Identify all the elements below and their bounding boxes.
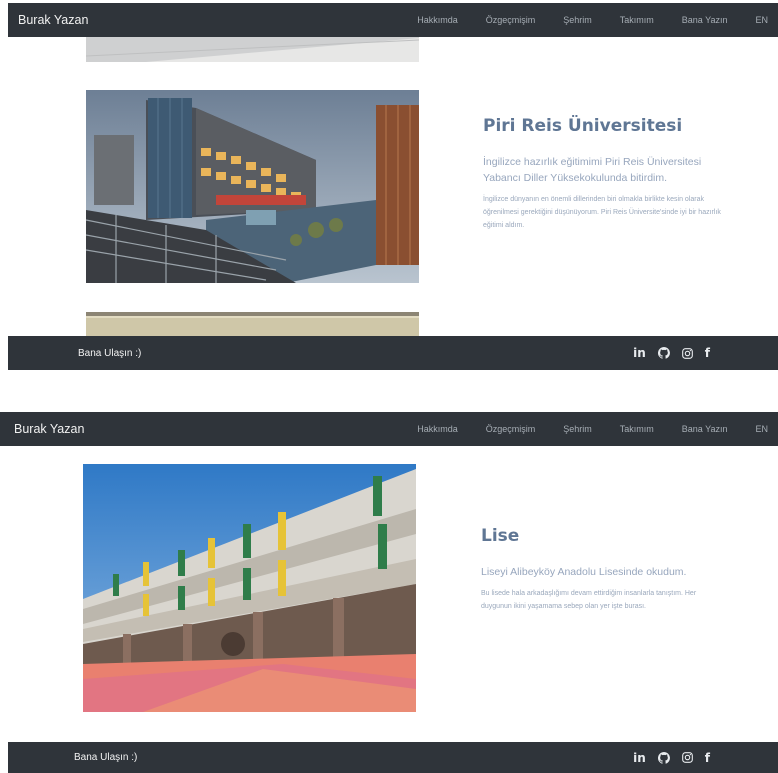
nav-link-hakkimda[interactable]: Hakkımda (417, 15, 458, 25)
nav-link-hakkimda[interactable]: Hakkımda (417, 424, 458, 434)
contact-text: Bana Ulaşın :) (74, 752, 138, 763)
contact-text: Bana Ulaşın :) (78, 347, 142, 359)
nav-link-ozgecmisim[interactable]: Özgeçmişim (486, 424, 536, 434)
highschool-text: Lise Liseyi Alibeyköy Anadolu Lisesinde … (481, 526, 721, 613)
brand-link[interactable]: Burak Yazan (18, 13, 88, 27)
nav-link-takimim[interactable]: Takımım (620, 424, 654, 434)
footer-bar: Bana Ulaşın :) in f (8, 336, 778, 370)
nav-link-ozgecmisim[interactable]: Özgeçmişim (486, 15, 536, 25)
section-body: Bu lisede hala arkadaşlığımı devam ettir… (481, 590, 697, 610)
linkedin-icon[interactable]: in (633, 751, 646, 765)
screenshot-panel-highschool: Lise Liseyi Alibeyköy Anadolu Lisesinde … (0, 412, 778, 773)
university-photo (86, 90, 419, 283)
previous-section-photo (86, 36, 419, 62)
section-lead: İngilizce hazırlık eğitimimi Piri Reis Ü… (483, 156, 702, 184)
screenshot-panel-university: Piri Reis Üniversitesi İngilizce hazırlı… (0, 0, 778, 372)
nav-link-takimim[interactable]: Takımım (620, 15, 654, 25)
nav-link-bana-yazin[interactable]: Bana Yazın (682, 424, 728, 434)
instagram-icon[interactable] (681, 347, 693, 359)
nav-link-bana-yazin[interactable]: Bana Yazın (682, 15, 728, 25)
next-section-photo (86, 312, 419, 336)
footer-bar: Bana Ulaşın :) in f (8, 742, 778, 773)
github-icon[interactable] (657, 751, 670, 764)
top-navbar: Burak Yazan Hakkımda Özgeçmişim Şehrim T… (8, 3, 778, 37)
section-title: Piri Reis Üniversitesi (483, 116, 683, 136)
nav-link-language[interactable]: EN (755, 424, 768, 434)
facebook-icon[interactable]: f (705, 346, 710, 360)
instagram-icon[interactable] (681, 752, 693, 763)
linkedin-icon[interactable]: in (633, 346, 646, 360)
section-lead: Liseyi Alibeyköy Anadolu Lisesinde okudu… (481, 566, 687, 578)
nav-links: Hakkımda Özgeçmişim Şehrim Takımım Bana … (389, 424, 778, 434)
nav-link-sehrim[interactable]: Şehrim (563, 424, 592, 434)
section-body: İngilizce dünyanın en önemli dillerinden… (483, 196, 721, 229)
highschool-photo (83, 464, 416, 712)
nav-links: Hakkımda Özgeçmişim Şehrim Takımım Bana … (389, 15, 778, 25)
social-links: in f (621, 346, 710, 360)
nav-link-language[interactable]: EN (755, 15, 768, 25)
facebook-icon[interactable]: f (705, 751, 710, 765)
top-navbar: Burak Yazan Hakkımda Özgeçmişim Şehrim T… (0, 412, 778, 446)
brand-link[interactable]: Burak Yazan (14, 422, 84, 436)
github-icon[interactable] (657, 347, 670, 359)
university-text: Piri Reis Üniversitesi İngilizce hazırlı… (483, 116, 723, 232)
social-links: in f (621, 751, 710, 765)
nav-link-sehrim[interactable]: Şehrim (563, 15, 592, 25)
section-title: Lise (481, 526, 520, 546)
